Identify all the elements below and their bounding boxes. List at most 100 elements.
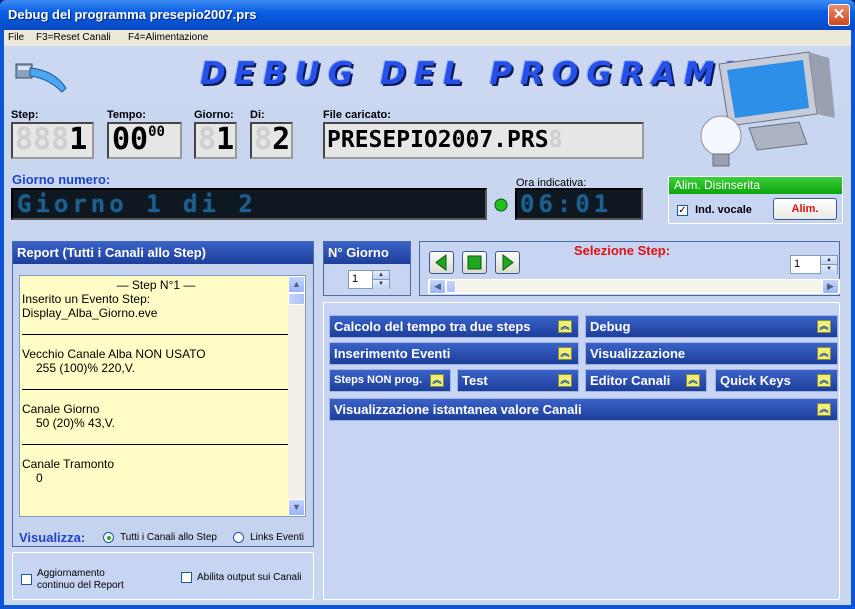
selezione-step-title: Selezione Step: (574, 243, 671, 258)
aggiornamento-label-line2: continuo del Report (37, 580, 124, 591)
step-ghost-digits: 888 (15, 122, 70, 157)
ind-vocale-row[interactable]: ✓ Ind. vocale (677, 204, 752, 216)
ora-display: 06:01 (515, 188, 643, 220)
report-textarea[interactable]: — Step N°1 — Inserito un Evento Step: Di… (19, 275, 306, 517)
radio-all-option[interactable]: Tutti i Canali allo Step (103, 531, 217, 543)
visualizzazione-istantanea-button[interactable]: Visualizzazione istantanea valore Canali… (329, 398, 838, 421)
next-step-button[interactable] (495, 251, 520, 274)
giorno-numero-label: Giorno numero: (12, 172, 111, 187)
close-button[interactable]: ✕ (828, 4, 850, 26)
scroll-thumb[interactable] (446, 280, 456, 293)
expand-icon: ︽ (430, 374, 444, 387)
spin-up-button[interactable]: ▲ (372, 271, 389, 280)
scroll-right-button[interactable]: ▶ (822, 279, 839, 294)
expand-icon: ︽ (817, 374, 831, 387)
tools-panel: Calcolo del tempo tra due steps ︽ Debug … (323, 302, 840, 600)
inserimento-eventi-button[interactable]: Inserimento Eventi ︽ (329, 342, 579, 365)
test-label: Test (462, 373, 488, 388)
aggiornamento-checkbox[interactable] (21, 574, 32, 585)
spin-down-button[interactable]: ▼ (820, 265, 837, 274)
report-scrollbar[interactable]: ▲ ▼ (288, 276, 305, 516)
scroll-up-button[interactable]: ▲ (288, 276, 305, 293)
menu-reset-canali[interactable]: F3=Reset Canali (36, 32, 111, 43)
alim-status-header: Alim. Disinserita (669, 177, 842, 194)
n-giorno-title: N° Giorno (324, 242, 410, 264)
steps-non-prog-button[interactable]: Steps NON prog. ︽ (329, 369, 451, 392)
giorno-numero-display: Giorno 1 di 2 (11, 188, 487, 220)
alimentazione-box: Alim. Disinserita ✓ Ind. vocale Alim. (668, 176, 843, 224)
report-divider (22, 444, 290, 445)
report-divider (22, 389, 290, 390)
report-panel: Report (Tutti i Canali allo Step) — Step… (12, 241, 314, 547)
di-label: Di: (250, 109, 265, 121)
calcolo-tempo-button[interactable]: Calcolo del tempo tra due steps ︽ (329, 315, 579, 338)
client-area: File F3=Reset Canali F4=Alimentazione DE… (4, 30, 851, 605)
expand-icon: ︽ (817, 320, 831, 333)
quick-keys-button[interactable]: Quick Keys ︽ (715, 369, 838, 392)
radio-all[interactable] (103, 531, 114, 543)
report-line: Display_Alba_Giorno.eve (22, 306, 158, 320)
play-forward-icon (502, 254, 514, 271)
radio-links[interactable] (233, 531, 244, 543)
visualizza-row: Visualizza: Tutti i Canali allo Step Lin… (19, 530, 309, 545)
report-line: Inserito un Evento Step: (22, 292, 151, 306)
di-ghost-digit: 8 (254, 122, 273, 157)
stop-icon (467, 255, 482, 270)
scroll-thumb[interactable] (288, 293, 305, 305)
spin-up-button[interactable]: ▲ (820, 256, 837, 265)
quick-keys-label: Quick Keys (720, 373, 791, 388)
expand-icon: ︽ (558, 320, 572, 333)
visualizzazione-button[interactable]: Visualizzazione ︽ (585, 342, 838, 365)
file-value: PRESEPIO2007.PRS (327, 127, 549, 153)
menu-alimentazione[interactable]: F4=Alimentazione (128, 32, 208, 43)
giorno-label: Giorno: (194, 109, 234, 121)
radio-all-label: Tutti i Canali allo Step (120, 531, 217, 543)
n-giorno-panel: N° Giorno 1 ▲ ▼ (323, 241, 411, 296)
spin-down-button[interactable]: ▼ (372, 280, 389, 289)
scroll-left-button[interactable]: ◀ (429, 279, 446, 294)
status-led-icon (494, 198, 508, 212)
di-value: 2 (272, 122, 291, 157)
expand-icon: ︽ (817, 347, 831, 360)
report-line: Vecchio Canale Alba NON USATO (22, 347, 206, 361)
play-back-icon (435, 254, 447, 271)
radio-links-label: Links Eventi (250, 531, 304, 543)
step-spinner-value: 1 (794, 258, 801, 270)
di-display: 82 (250, 122, 293, 159)
expand-icon: ︽ (558, 374, 572, 387)
stop-button[interactable] (462, 251, 487, 274)
options-panel: Aggiornamento continuo del Report Abilit… (12, 552, 314, 600)
ind-vocale-checkbox[interactable]: ✓ (677, 205, 688, 216)
n-giorno-spinner[interactable]: 1 ▲ ▼ (348, 270, 390, 289)
menu-file[interactable]: File (8, 32, 24, 43)
radio-links-option[interactable]: Links Eventi (233, 531, 304, 543)
test-button[interactable]: Test ︽ (457, 369, 579, 392)
report-line: Canale Tramonto (22, 457, 115, 471)
tempo-minutes: 00 (112, 122, 149, 157)
alim-button[interactable]: Alim. (773, 198, 837, 220)
app-window: Debug del programma presepio2007.prs ✕ F… (0, 0, 855, 609)
giorno-ghost-digit: 8 (198, 122, 217, 157)
abilita-output-checkbox[interactable] (181, 572, 192, 583)
prev-step-button[interactable] (429, 251, 454, 274)
report-content: — Step N°1 — Inserito un Evento Step: Di… (22, 278, 290, 485)
scroll-down-button[interactable]: ▼ (288, 499, 305, 516)
editor-canali-button[interactable]: Editor Canali ︽ (585, 369, 707, 392)
tempo-label: Tempo: (107, 109, 146, 121)
report-line: Canale Giorno (22, 402, 100, 416)
editor-canali-label: Editor Canali (590, 373, 671, 388)
hammer-icon (15, 63, 67, 93)
step-scrollbar[interactable]: ◀ ▶ (428, 279, 840, 294)
computer-lightbulb-icon (700, 51, 835, 167)
giorno-display: 81 (194, 122, 237, 159)
step-spinner[interactable]: 1 ▲ ▼ (790, 255, 838, 274)
debug-button[interactable]: Debug ︽ (585, 315, 838, 338)
window-title: Debug del programma presepio2007.prs (8, 7, 257, 22)
tempo-seconds: 00 (148, 124, 165, 140)
inserimento-eventi-label: Inserimento Eventi (334, 346, 451, 361)
report-step-header: — Step N°1 — (116, 278, 196, 292)
step-value: 1 (69, 122, 88, 157)
title-bar[interactable]: Debug del programma presepio2007.prs ✕ (0, 0, 855, 30)
n-giorno-value: 1 (352, 273, 359, 285)
selezione-step-panel: Selezione Step: 1 ▲ ▼ ◀ ▶ (419, 241, 840, 296)
